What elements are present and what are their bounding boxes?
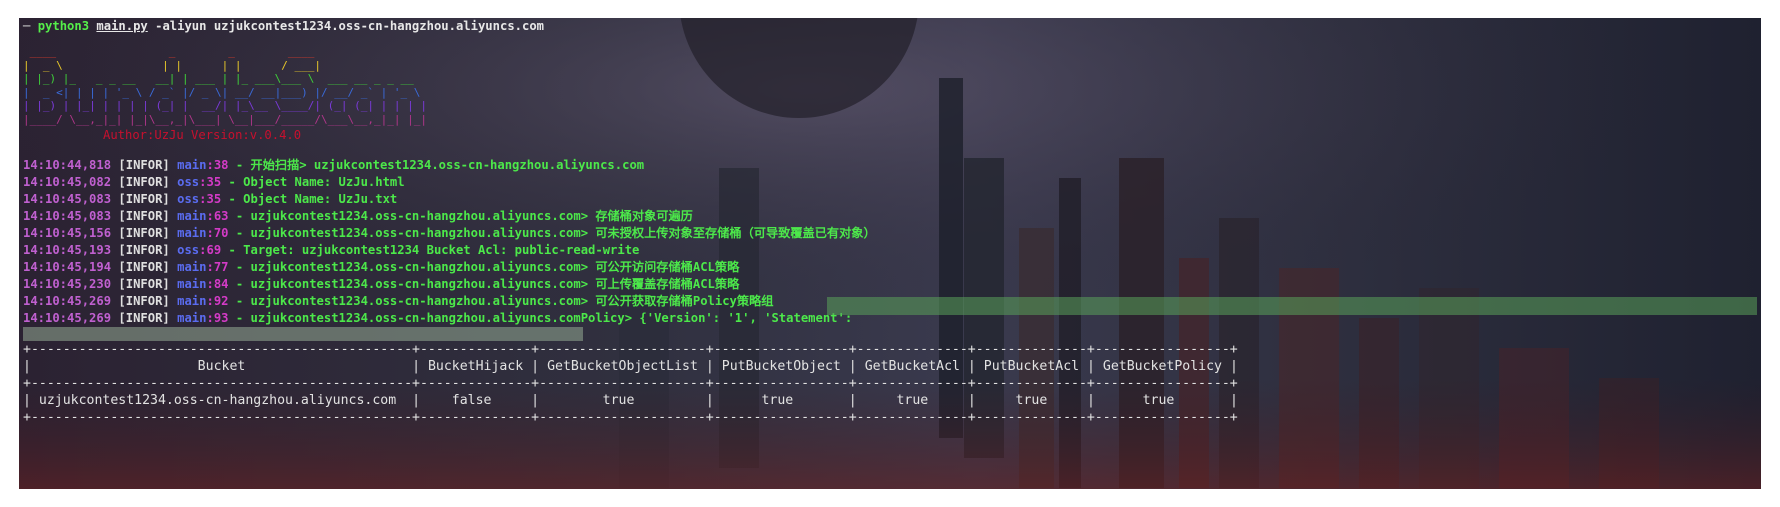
log-line-number: :35	[199, 175, 222, 189]
log-timestamp: 14:10:45,082	[23, 175, 112, 189]
table-cell: uzjukcontest1234.oss-cn-hangzhou.aliyunc…	[30, 393, 413, 408]
log-module: main	[177, 226, 207, 240]
log-timestamp: 14:10:45,156	[23, 226, 112, 240]
log-message: - uzjukcontest1234.oss-cn-hangzhou.aliyu…	[228, 209, 693, 223]
table-border: +---------------------------------------…	[23, 410, 1238, 425]
log-line-number: :69	[199, 243, 222, 257]
prompt-args: -aliyun uzjukcontest1234.oss-cn-hangzhou…	[155, 19, 545, 33]
log-message: - Target: uzjukcontest1234 Bucket Acl: p…	[221, 243, 640, 257]
log-line-number: :70	[206, 226, 229, 240]
log-line-number: :93	[206, 311, 229, 325]
table-cell: Bucket	[30, 359, 413, 374]
table-cell: true	[1094, 393, 1230, 408]
log-message: - uzjukcontest1234.oss-cn-hangzhou.aliyu…	[228, 260, 740, 274]
log-message: - Object Name: UzJu.html	[221, 175, 405, 189]
banner-line: | |_) | |_| | | | | (_| | __/| |_\__ \__…	[23, 99, 427, 112]
log-timestamp: 14:10:44,818	[23, 158, 112, 172]
log-level: [INFOR]	[118, 243, 170, 257]
log-line-number: :77	[206, 260, 229, 274]
log-message: - 开始扫描> uzjukcontest1234.oss-cn-hangzhou…	[228, 158, 645, 172]
log-module: oss	[177, 192, 200, 206]
log-module: oss	[177, 243, 200, 257]
redaction-bar	[23, 327, 583, 341]
table-cell: true	[713, 393, 849, 408]
log-level: [INFOR]	[118, 226, 170, 240]
log-timestamp: 14:10:45,269	[23, 294, 112, 308]
log-level: [INFOR]	[118, 175, 170, 189]
table-cell: BucketHijack	[420, 359, 532, 374]
author-version: Author:UzJu Version:v.0.4.0	[103, 128, 302, 142]
log-line: 14:10:45,083 [INFOR] main:63 - uzjukcont…	[23, 208, 1753, 225]
table-cell: true	[856, 393, 968, 408]
banner-line: ____ _ _ ____	[23, 45, 315, 58]
log-line: 14:10:45,083 [INFOR] oss:35 - Object Nam…	[23, 191, 1753, 208]
log-timestamp: 14:10:45,083	[23, 192, 112, 206]
table-cell: false	[420, 393, 532, 408]
prompt-script: main.py	[96, 19, 148, 33]
log-module: main	[177, 209, 207, 223]
banner-line: | _ <| | | | '_ \ / _` |/ _ \| __/ __|__…	[23, 85, 421, 99]
log-module: main	[177, 311, 207, 325]
log-line-number: :38	[206, 158, 229, 172]
banner-line: | |_) |_ _ _ __ __| | ___ | |_ ___\___ \…	[23, 72, 414, 85]
command-prompt: ─ python3 main.py -aliyun uzjukcontest12…	[23, 18, 1753, 35]
log-timestamp: 14:10:45,230	[23, 277, 112, 291]
log-line-number: :92	[206, 294, 229, 308]
log-level: [INFOR]	[118, 294, 170, 308]
table-cell: GetBucketPolicy	[1094, 359, 1230, 374]
log-line-number: :63	[206, 209, 229, 223]
log-level: [INFOR]	[118, 209, 170, 223]
redacted-line	[23, 327, 1753, 341]
table-cell: true	[539, 393, 706, 408]
log-line: 14:10:45,193 [INFOR] oss:69 - Target: uz…	[23, 242, 1753, 259]
log-message: - uzjukcontest1234.oss-cn-hangzhou.aliyu…	[228, 277, 740, 291]
log-module: main	[177, 277, 207, 291]
table-header-row: | Bucket | BucketHijack | GetBucketObjec…	[23, 359, 1238, 374]
table-cell: PutBucketAcl	[975, 359, 1088, 374]
log-module: oss	[177, 175, 200, 189]
prompt-program: python3	[37, 19, 90, 33]
log-line-number: :84	[206, 277, 229, 291]
log-timestamp: 14:10:45,269	[23, 311, 112, 325]
log-line: 14:10:45,156 [INFOR] main:70 - uzjukcont…	[23, 225, 1753, 242]
table-cell: true	[975, 393, 1088, 408]
log-timestamp: 14:10:45,194	[23, 260, 112, 274]
log-message: - uzjukcontest1234.oss-cn-hangzhou.aliyu…	[228, 311, 853, 325]
log-line: 14:10:45,194 [INFOR] main:77 - uzjukcont…	[23, 259, 1753, 276]
table-cell: PutBucketObject	[713, 359, 849, 374]
log-level: [INFOR]	[118, 192, 170, 206]
log-module: main	[177, 260, 207, 274]
log-timestamp: 14:10:45,193	[23, 243, 112, 257]
log-message: - uzjukcontest1234.oss-cn-hangzhou.aliyu…	[228, 226, 876, 240]
table-row: | uzjukcontest1234.oss-cn-hangzhou.aliyu…	[23, 393, 1238, 408]
log-message: - Object Name: UzJu.txt	[221, 192, 398, 206]
log-level: [INFOR]	[118, 277, 170, 291]
log-line: 14:10:45,230 [INFOR] main:84 - uzjukcont…	[23, 276, 1753, 293]
prompt-marker: ─	[23, 19, 31, 33]
banner-line: | _ \ | | | | / ___|	[23, 58, 322, 72]
log-line: 14:10:44,818 [INFOR] main:38 - 开始扫描> uzj…	[23, 157, 1753, 174]
table-cell: GetBucketAcl	[856, 359, 968, 374]
log-module: main	[177, 294, 207, 308]
results-table: +---------------------------------------…	[23, 341, 1753, 426]
table-border: +---------------------------------------…	[23, 342, 1238, 357]
log-level: [INFOR]	[118, 260, 170, 274]
table-border: +---------------------------------------…	[23, 376, 1238, 391]
log-level: [INFOR]	[118, 311, 170, 325]
redaction-bar	[827, 297, 1757, 315]
log-message: - uzjukcontest1234.oss-cn-hangzhou.aliyu…	[228, 294, 774, 308]
table-cell: GetBucketObjectList	[539, 359, 706, 374]
banner-line: |____/ \__,_|_| |_|\__,_|\___| \__|___/_…	[23, 112, 427, 126]
log-level: [INFOR]	[118, 158, 170, 172]
terminal-output: ─ python3 main.py -aliyun uzjukcontest12…	[23, 18, 1753, 426]
log-timestamp: 14:10:45,083	[23, 209, 112, 223]
log-line: 14:10:45,082 [INFOR] oss:35 - Object Nam…	[23, 174, 1753, 191]
ascii-banner: ____ _ _ ____ | _ \ | | | | / ___| | |_)…	[23, 45, 1753, 126]
log-module: main	[177, 158, 207, 172]
log-line-number: :35	[199, 192, 222, 206]
terminal-window[interactable]: ─ python3 main.py -aliyun uzjukcontest12…	[19, 18, 1761, 489]
